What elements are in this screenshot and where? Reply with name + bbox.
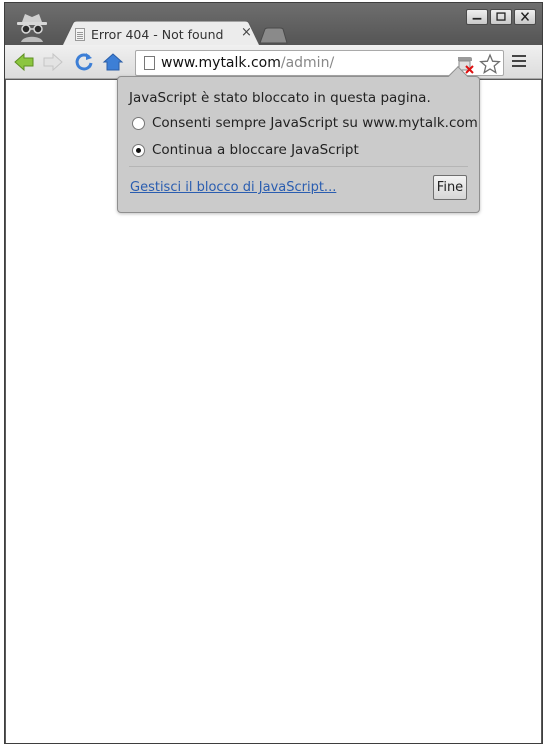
omnibox[interactable]: www.mytalk.com/admin/	[135, 50, 504, 76]
close-window-button[interactable]	[514, 9, 536, 25]
close-icon	[520, 12, 530, 21]
maximize-icon	[496, 12, 506, 21]
tab-close-icon[interactable]: ×	[241, 25, 252, 40]
option-allow-label: Consenti sempre JavaScript su www.mytalk…	[152, 115, 478, 131]
radio-keep-blocking[interactable]	[132, 143, 145, 157]
url-path: /admin/	[280, 55, 335, 71]
hamburger-menu-icon[interactable]	[512, 55, 526, 69]
minimize-icon	[472, 17, 482, 20]
minimize-button[interactable]	[466, 9, 488, 25]
back-arrow-icon[interactable]	[13, 52, 35, 72]
tab-title: Error 404 - Not found	[91, 27, 224, 42]
url-host: www.mytalk.com	[161, 55, 281, 71]
bubble-heading: JavaScript è stato bloccato in questa pa…	[129, 90, 431, 106]
tab-error-404[interactable]: Error 404 - Not found ×	[61, 21, 261, 48]
bubble-divider	[129, 166, 468, 167]
option-keep-blocking[interactable]: Continua a bloccare JavaScript	[132, 141, 359, 159]
maximize-button[interactable]	[490, 9, 512, 25]
option-allow-javascript[interactable]: Consenti sempre JavaScript su www.mytalk…	[132, 114, 478, 132]
tab-strip: Error 404 - Not found ×	[5, 3, 542, 48]
javascript-blocked-bubble: JavaScript è stato bloccato in questa pa…	[117, 66, 480, 213]
star-icon[interactable]	[479, 53, 501, 75]
reload-icon[interactable]	[73, 52, 95, 72]
page-favicon-icon	[75, 28, 85, 41]
done-button[interactable]: Fine	[433, 175, 467, 200]
url-text[interactable]: www.mytalk.com/admin/	[161, 55, 334, 71]
option-keep-blocking-label: Continua a bloccare JavaScript	[152, 142, 359, 158]
radio-allow[interactable]	[132, 116, 145, 130]
page-icon	[144, 56, 155, 70]
incognito-icon	[17, 14, 47, 42]
window-controls	[466, 9, 536, 25]
manage-javascript-link[interactable]: Gestisci il blocco di JavaScript...	[130, 180, 336, 195]
forward-arrow-icon[interactable]	[42, 52, 64, 72]
home-icon[interactable]	[102, 52, 124, 72]
new-tab-button[interactable]	[258, 27, 288, 44]
